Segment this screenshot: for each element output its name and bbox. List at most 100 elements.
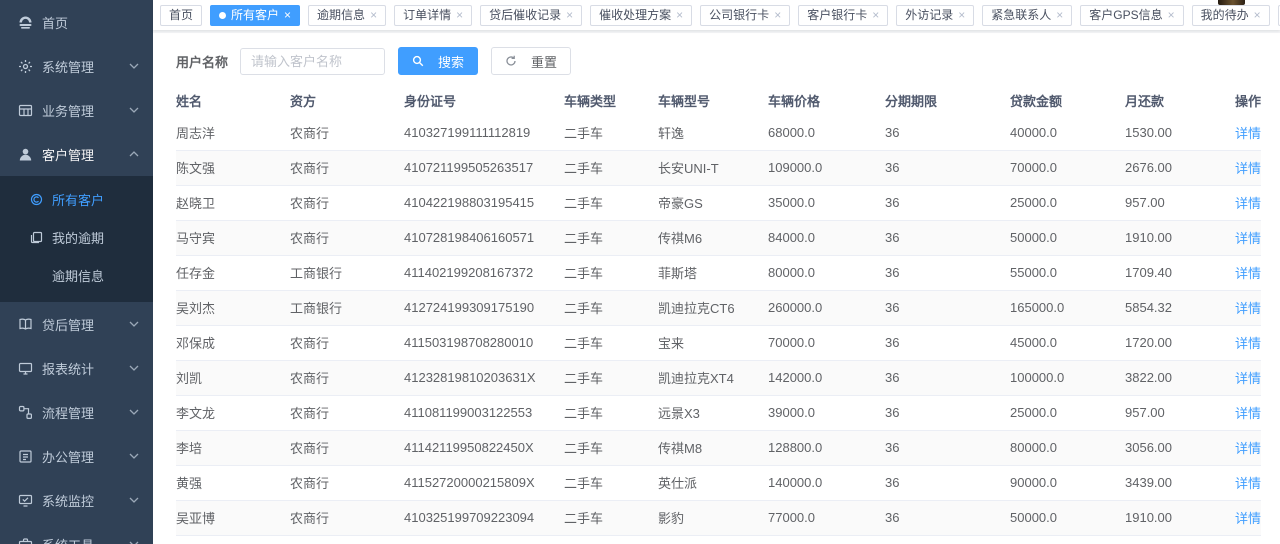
table-cell: 英仕派 [658,465,768,500]
table-row-5: 吴刘杰工商银行412724199309175190二手车凯迪拉克CT626000… [176,290,1261,325]
app-window: 首页系统管理业务管理客户管理所有客户我的逾期逾期信息贷后管理报表统计流程管理办公… [0,0,1280,544]
detail-link[interactable]: 详情 [1235,476,1261,491]
customer-name-input[interactable] [240,48,385,75]
table-cell: 25000.0 [1010,185,1125,220]
sidebar-subitem-0[interactable]: 所有客户 [0,180,153,218]
sidebar-subitem-label: 我的逾期 [52,228,104,247]
sidebar-subitem-label: 逾期信息 [52,266,104,285]
tab-10[interactable]: 客户GPS信息× [1080,5,1183,26]
tab-6[interactable]: 公司银行卡× [700,5,790,26]
sidebar-item-label: 流程管理 [42,403,129,422]
detail-link[interactable]: 详情 [1235,336,1261,351]
sidebar-subitem-2[interactable]: 逾期信息 [0,256,153,294]
chevron-down-icon [129,453,139,459]
tab-close-icon[interactable]: × [370,9,377,21]
sidebar-item-label: 首页 [42,13,139,32]
table-cell: 吴刘杰 [176,290,290,325]
tab-0[interactable]: 首页 [160,5,202,26]
table-cell: 邓保成 [176,325,290,360]
table-cell: 68000.0 [768,535,885,544]
column-header: 资方 [290,86,404,115]
detail-link[interactable]: 详情 [1235,266,1261,281]
table-cell: 410327199111112819 [404,115,564,150]
table-cell: 农商行 [290,150,404,185]
tab-1[interactable]: 所有客户× [210,5,300,26]
tab-7[interactable]: 客户银行卡× [798,5,888,26]
tab-label: 逾期信息 [317,9,365,21]
tab-5[interactable]: 催收处理方案× [590,5,692,26]
table-cell: 二手车 [564,500,658,535]
table-cell: 36 [885,185,1010,220]
table-row-3: 马守宾农商行410728198406160571二手车传祺M684000.036… [176,220,1261,255]
table-cell: 陈文强 [176,150,290,185]
table-cell: 帝豪GS [658,185,768,220]
tab-close-icon[interactable]: × [676,9,683,21]
detail-link[interactable]: 详情 [1235,511,1261,526]
detail-link[interactable]: 详情 [1235,231,1261,246]
tab-3[interactable]: 订单详情× [394,5,472,26]
search-button[interactable]: 搜索 [398,47,478,75]
tab-close-icon[interactable]: × [1056,9,1063,21]
table-cell: 411081199003122553 [404,395,564,430]
table-cell-actions: 详情 [1223,150,1261,185]
tab-close-icon[interactable]: × [872,9,879,21]
table-cell-actions: 详情 [1223,500,1261,535]
tab-close-icon[interactable]: × [774,9,781,21]
table-cell-actions: 详情 [1223,115,1261,150]
table-cell: 农商行 [290,185,404,220]
sidebar-item-2[interactable]: 业务管理 [0,88,153,132]
tab-11[interactable]: 我的待办× [1192,5,1270,26]
tab-8[interactable]: 外访记录× [896,5,974,26]
detail-link[interactable]: 详情 [1235,161,1261,176]
tab-close-icon[interactable]: × [566,9,573,21]
sidebar-item-6[interactable]: 流程管理 [0,390,153,434]
detail-link[interactable]: 详情 [1235,301,1261,316]
column-header: 车辆类型 [564,86,658,115]
sidebar-item-7[interactable]: 办公管理 [0,434,153,478]
sidebar-item-4[interactable]: 贷后管理 [0,302,153,346]
tab-2[interactable]: 逾期信息 × [308,5,386,26]
sidebar-subitem-1[interactable]: 我的逾期 [0,218,153,256]
customers-table: 姓名资方身份证号车辆类型车辆型号车辆价格分期期限贷款金额月还款操作 周志洋农商行… [176,86,1261,544]
tab-label: 贷后催收记录 [489,9,561,21]
tab-close-icon[interactable]: × [456,9,463,21]
detail-link[interactable]: 详情 [1235,196,1261,211]
tab-close-icon[interactable]: × [1168,9,1175,21]
chevron-down-icon [129,409,139,415]
tab-close-icon[interactable]: × [958,9,965,21]
tab-bar: 首页所有客户×逾期信息×订单详情×贷后催收记录×催收处理方案×公司银行卡×客户银… [153,0,1280,30]
table-cell: 36 [885,465,1010,500]
table-cell: 传祺M6 [658,220,768,255]
sidebar-item-9[interactable]: 系统工具 [0,522,153,544]
sidebar-item-1[interactable]: 系统管理 [0,44,153,88]
chevron-down-icon [129,321,139,327]
table-row-7: 刘凯农商行41232819810203631X二手车凯迪拉克XT4142000.… [176,360,1261,395]
sidebar-item-label: 业务管理 [42,101,129,120]
chevron-down-icon [129,497,139,503]
sidebar-item-5[interactable]: 报表统计 [0,346,153,390]
table-cell: 吴亚博 [176,500,290,535]
table-cell: 李培 [176,430,290,465]
table-row-0: 周志洋农商行410327199111112819二手车轩逸68000.03640… [176,115,1261,150]
detail-link[interactable]: 详情 [1235,406,1261,421]
tab-4[interactable]: 贷后催收记录 × [480,5,582,26]
sidebar-item-0[interactable]: 首页 [0,0,153,44]
sidebar-item-8[interactable]: 系统监控 [0,478,153,522]
table-cell: 二手车 [564,535,658,544]
table-cell-actions: 详情 [1223,360,1261,395]
sidebar-item-3[interactable]: 客户管理 [0,132,153,176]
table-cell: 411402199208167372 [404,255,564,290]
tab-close-icon[interactable]: × [284,9,291,21]
table-cell: 41232819810203631X [404,360,564,395]
table-row-8: 李文龙农商行411081199003122553二手车远景X339000.036… [176,395,1261,430]
office-icon [17,448,33,464]
tab-9[interactable]: 紧急联系人× [982,5,1072,26]
detail-link[interactable]: 详情 [1235,371,1261,386]
detail-link[interactable]: 详情 [1235,126,1261,141]
table-cell: 工商银行 [290,290,404,325]
column-header: 车辆型号 [658,86,768,115]
tab-close-icon[interactable]: × [1254,9,1261,21]
detail-link[interactable]: 详情 [1235,441,1261,456]
table-cell: 远景X3 [658,395,768,430]
reset-button[interactable]: 重置 [491,47,571,75]
